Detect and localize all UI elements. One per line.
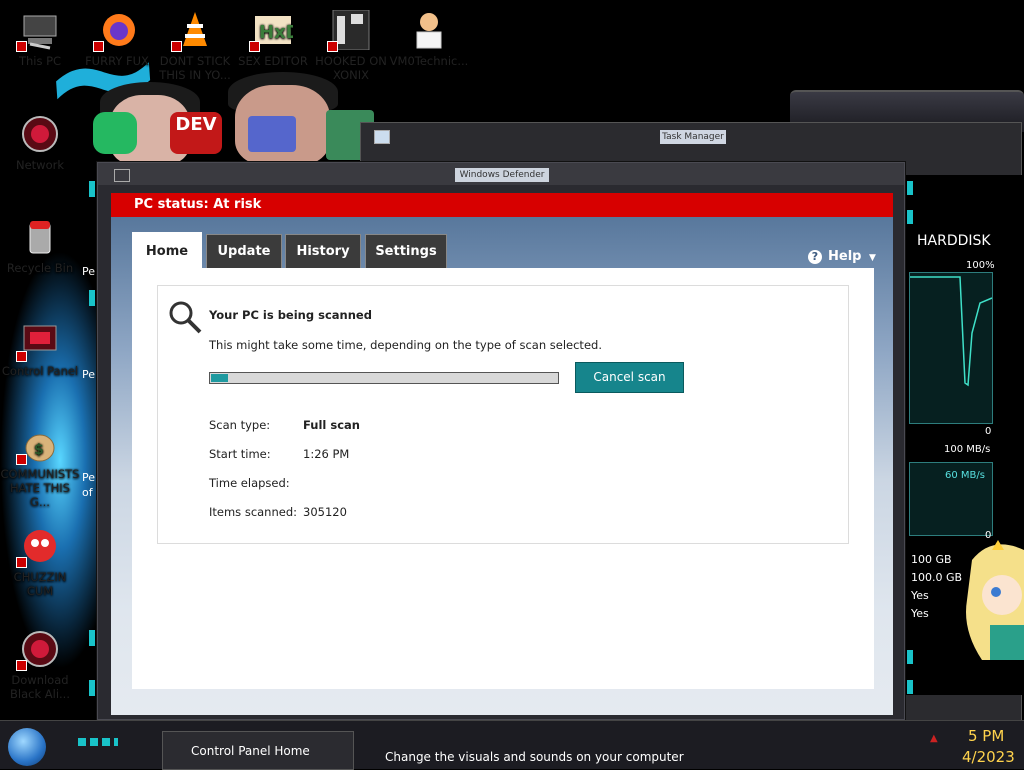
partial-icon-label: Pe xyxy=(82,265,96,278)
tab-update[interactable]: Update xyxy=(206,234,282,268)
desktop-icon-hooked-on-xonix[interactable]: HOOKED ON XONIX xyxy=(311,9,391,82)
defender-window-title: Windows Defender xyxy=(455,168,549,182)
items-scanned-value: 305120 xyxy=(303,505,347,519)
card-app-icon[interactable] xyxy=(248,116,296,152)
partial-icon-label: of xyxy=(82,486,93,499)
firefox-icon xyxy=(93,10,137,52)
vlc-cone-icon xyxy=(171,10,215,52)
control-panel-home-link[interactable]: Control Panel Home xyxy=(191,744,310,758)
desktop-icon-vm0technic[interactable]: VM0Technic... xyxy=(389,10,469,68)
tab-history[interactable]: History xyxy=(285,234,361,268)
clock-time[interactable]: 5 PM xyxy=(968,727,1004,745)
desktop-icon-communists[interactable]: $ COMMUNISTS HATE THIS G... xyxy=(0,423,80,509)
task-manager-app-icon xyxy=(374,130,390,144)
graph-min-label: 0 xyxy=(985,426,992,437)
dev-cpp-app-icon[interactable]: DEV xyxy=(170,112,222,154)
cancel-scan-button[interactable]: Cancel scan xyxy=(575,362,684,393)
frame-light xyxy=(89,290,95,306)
defender-titlebar[interactable]: Windows Defender xyxy=(98,163,904,185)
desktop-icon-sex-editor[interactable]: HxD SEX EDITOR xyxy=(233,10,313,68)
disk-activity-graph xyxy=(909,272,993,424)
partial-icon-label: Pe xyxy=(82,368,96,381)
frame-light xyxy=(89,680,95,696)
harddisk-heading: HARDDISK xyxy=(917,233,991,249)
desktop-icon-download-black[interactable]: Download Black Ali... xyxy=(0,629,80,701)
partial-icon-label: Pe xyxy=(82,471,96,484)
home-tab-content: Your PC is being scanned This might take… xyxy=(132,268,874,689)
tab-home[interactable]: Home xyxy=(132,232,202,268)
transfer-current-label: 60 MB/s xyxy=(945,470,985,481)
chuzzle-icon xyxy=(16,526,60,568)
control-panel-icon xyxy=(16,320,60,362)
spotify-app-icon[interactable] xyxy=(93,112,137,154)
xonix-game-icon xyxy=(327,9,371,52)
window-menu-icon[interactable] xyxy=(114,169,130,182)
money-bag-icon: $ xyxy=(16,423,60,465)
tray-icon[interactable]: ▲ xyxy=(930,733,940,744)
svg-text:HxD: HxD xyxy=(259,22,293,43)
pc-status-banner: PC status: At risk xyxy=(111,193,893,217)
download-icon xyxy=(16,629,60,671)
scan-type-value: Full scan xyxy=(303,418,360,432)
desktop-icon-control-panel[interactable]: Control Panel xyxy=(0,320,80,378)
desktop-icon-recycle-bin[interactable]: Recycle Bin xyxy=(0,217,80,275)
desktop-icon-network[interactable]: Network xyxy=(0,114,80,172)
desktop-icon-chuzzin[interactable]: CHUZZIN CUM xyxy=(0,526,80,598)
start-time-label: Start time: xyxy=(209,447,271,461)
scan-progress-fill xyxy=(211,374,228,382)
scan-heading: Your PC is being scanned xyxy=(209,308,372,322)
help-question-icon: ? xyxy=(808,250,822,264)
help-menu[interactable]: ? Help ▼ xyxy=(808,249,876,264)
desktop-icon-furry-fux[interactable]: FURRY FUX xyxy=(77,10,157,68)
disk-pagefile-value: Yes xyxy=(911,607,929,620)
frame-light xyxy=(907,181,913,195)
graph-max-label: 100% xyxy=(966,260,995,271)
network-icon xyxy=(20,114,60,154)
frame-light xyxy=(907,210,913,224)
defender-window[interactable]: Windows Defender PC status: At risk Home… xyxy=(97,162,905,720)
desktop-icon-this-pc[interactable]: This PC xyxy=(0,10,80,68)
defender-client-area: PC status: At risk Home Update History S… xyxy=(111,193,893,715)
svg-text:$: $ xyxy=(34,442,44,458)
time-elapsed-label: Time elapsed: xyxy=(209,476,290,490)
clock-date[interactable]: 4/2023 xyxy=(962,748,1015,766)
doctor-avatar-icon xyxy=(409,10,449,50)
transfer-max-label: 100 MB/s xyxy=(944,444,991,455)
items-scanned-label: Items scanned: xyxy=(209,505,298,519)
magnifier-icon xyxy=(168,300,202,334)
start-time-value: 1:26 PM xyxy=(303,447,350,461)
scan-type-label: Scan type: xyxy=(209,418,271,432)
hxd-editor-icon: HxD xyxy=(249,10,301,52)
recycle-bin-icon xyxy=(20,217,60,257)
frame-light xyxy=(907,650,913,664)
desktop-icon-dont-stick[interactable]: DONT STICK THIS IN YO... xyxy=(155,10,235,82)
tab-settings[interactable]: Settings xyxy=(365,234,447,268)
cartoon-character-image xyxy=(962,540,1024,660)
frame-light xyxy=(907,680,913,694)
disk-system-value: Yes xyxy=(911,589,929,602)
scan-description: This might take some time, depending on … xyxy=(209,338,602,352)
chevron-down-icon: ▼ xyxy=(869,253,876,263)
help-label: Help xyxy=(828,249,862,264)
scan-status-panel: Your PC is being scanned This might take… xyxy=(157,285,849,544)
disk-capacity-value: 100 GB xyxy=(911,553,952,566)
this-pc-icon xyxy=(16,10,60,52)
disk-formatted-value: 100.0 GB xyxy=(911,571,963,584)
start-orb-icon[interactable] xyxy=(8,728,46,766)
control-panel-description: Change the visuals and sounds on your co… xyxy=(385,750,684,764)
frame-light xyxy=(89,181,95,197)
task-manager-title: Task Manager xyxy=(660,130,726,144)
taskbar-light-strip xyxy=(78,738,118,746)
frame-light xyxy=(89,630,95,646)
scan-progress-bar xyxy=(209,372,559,384)
